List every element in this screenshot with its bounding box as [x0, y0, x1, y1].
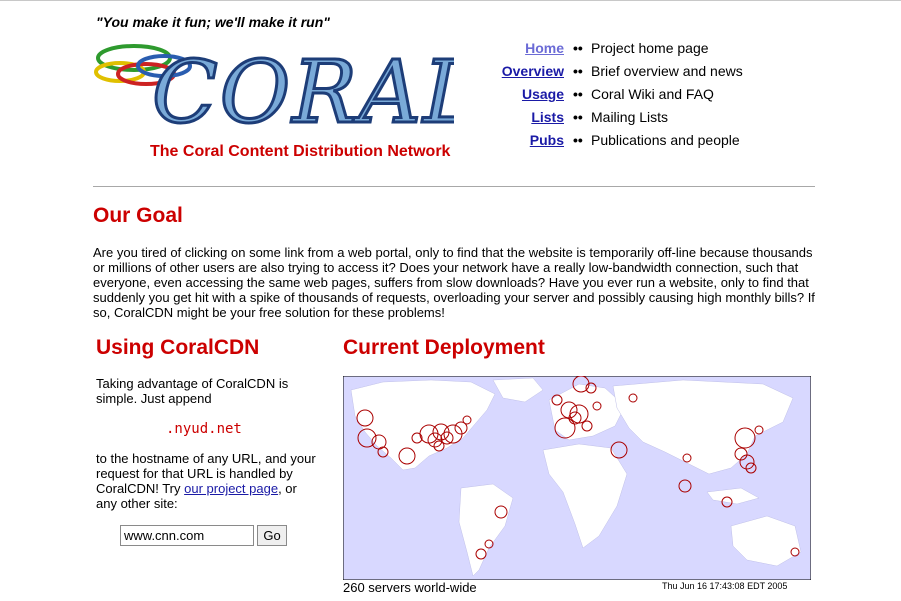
deployment-timestamp: Thu Jun 16 17:43:08 EDT 2005 [662, 581, 788, 591]
nav-link-usage[interactable]: Usage [522, 86, 564, 102]
goal-heading: Our Goal [93, 204, 183, 227]
using-heading: Using CoralCDN [96, 336, 260, 359]
nav-desc-home: Project home page [591, 40, 709, 56]
using-instructions: to the hostname of any URL, and your req… [96, 451, 316, 511]
nav-separator: •• [573, 109, 583, 125]
deployment-map [343, 376, 811, 580]
nav-row-overview: Overview •• Brief overview and news [480, 63, 780, 86]
project-page-link[interactable]: our project page [184, 481, 278, 496]
logo-wordmark: CORAL [152, 43, 454, 132]
coral-logo[interactable]: CORAL [94, 36, 454, 132]
nav-desc-overview: Brief overview and news [591, 63, 743, 79]
top-divider [0, 0, 901, 1]
nav-separator: •• [573, 132, 583, 148]
site-subtitle: The Coral Content Distribution Network [150, 143, 451, 160]
goal-paragraph: Are you tired of clicking on some link f… [93, 245, 815, 320]
nav-separator: •• [573, 86, 583, 102]
nav-row-home: Home •• Project home page [480, 40, 780, 63]
nav-separator: •• [573, 63, 583, 79]
nav-link-home[interactable]: Home [525, 40, 564, 56]
nav-link-overview[interactable]: Overview [502, 63, 564, 79]
nav-link-lists[interactable]: Lists [531, 109, 564, 125]
nav-row-lists: Lists •• Mailing Lists [480, 109, 780, 132]
nav-row-usage: Usage •• Coral Wiki and FAQ [480, 86, 780, 109]
main-nav: Home •• Project home page Overview •• Br… [480, 40, 780, 155]
tagline: "You make it fun; we'll make it run" [96, 14, 330, 30]
nav-desc-usage: Coral Wiki and FAQ [591, 86, 714, 102]
server-count: 260 servers world-wide [343, 580, 477, 595]
url-input[interactable] [120, 525, 254, 546]
nav-desc-lists: Mailing Lists [591, 109, 669, 125]
deployment-heading: Current Deployment [343, 336, 545, 359]
nav-row-pubs: Pubs •• Publications and people [480, 132, 780, 155]
nav-link-pubs[interactable]: Pubs [530, 132, 564, 148]
nav-separator: •• [573, 40, 583, 56]
nav-desc-pubs: Publications and people [591, 132, 740, 148]
nyud-suffix: .nyud.net [166, 421, 242, 437]
using-intro: Taking advantage of CoralCDN is simple. … [96, 376, 289, 406]
section-divider [93, 186, 815, 187]
go-button[interactable]: Go [257, 525, 287, 546]
